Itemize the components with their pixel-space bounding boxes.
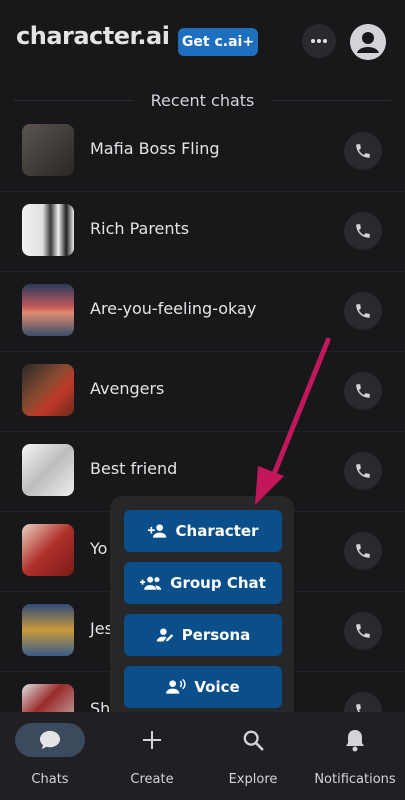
call-button[interactable] — [344, 532, 382, 570]
nav-create[interactable]: Create — [102, 722, 202, 792]
user-avatar-icon — [350, 24, 386, 60]
call-button[interactable] — [344, 612, 382, 650]
section-title: Recent chats — [150, 90, 255, 110]
nav-label: Chats — [31, 772, 69, 787]
app-header: character.ai Get c.ai+ — [0, 0, 405, 74]
divider — [14, 99, 133, 101]
chat-bubble-icon — [40, 730, 60, 750]
persona-edit-icon — [156, 628, 173, 642]
chat-avatar — [22, 204, 74, 256]
chat-row[interactable]: Avengers — [0, 352, 405, 432]
chat-name: Mafia Boss Fling — [90, 139, 220, 158]
search-icon — [243, 730, 264, 751]
chat-avatar — [22, 364, 74, 416]
bell-icon — [346, 730, 364, 752]
nav-notifications[interactable]: Notifications — [305, 722, 405, 792]
nav-chats[interactable]: Chats — [0, 722, 100, 792]
chat-name: Yo — [90, 539, 108, 558]
chat-avatar — [22, 604, 74, 656]
chat-row[interactable]: Are-you-feeling-okay — [0, 272, 405, 352]
chat-row[interactable]: Rich Parents — [0, 192, 405, 272]
nav-label: Explore — [228, 772, 278, 787]
call-button[interactable] — [344, 212, 382, 250]
chat-avatar — [22, 524, 74, 576]
chat-avatar — [22, 124, 74, 176]
divider — [272, 99, 392, 101]
phone-icon — [356, 624, 370, 638]
create-menu-popup: Character Group Chat Persona Voice — [110, 496, 294, 720]
phone-icon — [356, 144, 370, 158]
create-voice-button[interactable]: Voice — [124, 666, 282, 708]
get-cai-plus-button[interactable]: Get c.ai+ — [178, 28, 258, 56]
chat-name: Rich Parents — [90, 219, 190, 238]
nav-label: Notifications — [314, 772, 396, 787]
recent-chats-header: Recent chats — [14, 88, 392, 112]
call-button[interactable] — [344, 452, 382, 490]
group-add-icon — [140, 576, 162, 590]
create-character-button[interactable]: Character — [124, 510, 282, 552]
plus-icon — [143, 731, 161, 749]
create-group-chat-label: Group Chat — [170, 574, 266, 592]
active-tab-indicator — [15, 723, 85, 757]
more-options-button[interactable] — [302, 24, 336, 58]
phone-icon — [356, 304, 370, 318]
profile-avatar-button[interactable] — [350, 24, 386, 60]
chat-avatar — [22, 444, 74, 496]
person-add-icon — [147, 524, 166, 538]
chat-avatar — [22, 284, 74, 336]
phone-icon — [356, 544, 370, 558]
create-persona-label: Persona — [181, 626, 251, 644]
call-button[interactable] — [344, 132, 382, 170]
nav-label: Create — [130, 772, 174, 787]
create-character-label: Character — [175, 522, 259, 540]
chat-name: Are-you-feeling-okay — [90, 299, 257, 318]
more-horizontal-icon — [311, 39, 327, 43]
chat-row[interactable]: Mafia Boss Fling — [0, 112, 405, 192]
create-group-chat-button[interactable]: Group Chat — [124, 562, 282, 604]
call-button[interactable] — [344, 372, 382, 410]
phone-icon — [356, 224, 370, 238]
nav-explore[interactable]: Explore — [203, 722, 303, 792]
voice-icon — [166, 679, 186, 694]
call-button[interactable] — [344, 292, 382, 330]
bottom-nav: Chats Create Explore Notifications — [0, 712, 405, 800]
phone-icon — [356, 464, 370, 478]
chat-name: Best friend — [90, 459, 178, 478]
create-voice-label: Voice — [194, 678, 240, 696]
chat-name: Avengers — [90, 379, 165, 398]
phone-icon — [356, 384, 370, 398]
create-persona-button[interactable]: Persona — [124, 614, 282, 656]
app-logo[interactable]: character.ai — [16, 22, 170, 50]
